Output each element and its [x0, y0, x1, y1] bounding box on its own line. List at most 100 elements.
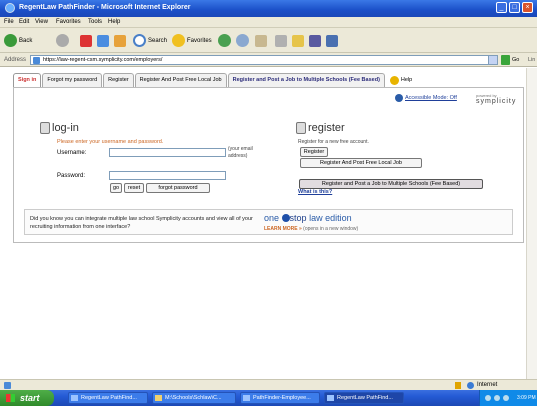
- register-button[interactable]: Register: [300, 147, 328, 157]
- password-label: Password:: [57, 173, 86, 179]
- star-icon: [172, 34, 185, 47]
- edit-icon: [292, 34, 304, 47]
- login-heading: log-in: [40, 122, 79, 134]
- history-button[interactable]: [236, 33, 251, 48]
- back-button[interactable]: Back: [4, 33, 32, 48]
- start-button[interactable]: start: [0, 390, 54, 406]
- mail-button[interactable]: [255, 33, 267, 48]
- register-hint: Register for a new free account.: [298, 139, 369, 145]
- menu-bar: File Edit View Favorites Tools Help: [0, 17, 537, 28]
- tab-help[interactable]: Help: [386, 73, 416, 87]
- menu-file[interactable]: File: [4, 19, 14, 25]
- reset-button[interactable]: reset: [124, 183, 144, 193]
- help-icon: [389, 75, 399, 85]
- tab-register-free-job[interactable]: Register And Post Free Local Job: [134, 73, 227, 87]
- accessible-mode[interactable]: Accessible Mode: Off: [395, 94, 457, 102]
- accessible-mode-link[interactable]: Accessible Mode: Off: [405, 95, 457, 101]
- window-titlebar[interactable]: RegentLaw PathFinder - Microsoft Interne…: [0, 0, 537, 17]
- search-icon: [133, 34, 146, 47]
- forward-button[interactable]: [56, 33, 71, 48]
- address-bar: Address https://law-regent-csm.symplicit…: [0, 53, 537, 67]
- search-button[interactable]: Search: [133, 33, 167, 48]
- discuss-button[interactable]: [309, 33, 321, 48]
- learn-more-link[interactable]: LEARN MORE » (opens in a new window): [264, 226, 358, 232]
- onestop-dot-icon: [281, 214, 290, 222]
- internet-zone-icon: [467, 382, 474, 389]
- refresh-button[interactable]: [97, 33, 109, 48]
- status-page-icon: [4, 382, 11, 389]
- tab-register-fee-based[interactable]: Register and Post a Job to Multiple Scho…: [227, 73, 385, 87]
- system-tray: 3:09 PM: [479, 390, 537, 406]
- what-is-this-link[interactable]: What is this?: [298, 189, 332, 195]
- messenger-icon: [326, 34, 338, 47]
- taskbar-item-regentlaw-1[interactable]: RegentLaw PathFind...: [68, 392, 148, 404]
- favorites-button[interactable]: Favorites: [172, 33, 212, 48]
- tab-help-label: Help: [400, 76, 413, 83]
- tab-register[interactable]: Register: [103, 73, 134, 87]
- edit-button[interactable]: [292, 33, 304, 48]
- menu-edit[interactable]: Edit: [19, 19, 29, 25]
- taskbar-item-folder[interactable]: M:\Schools\Schlaw\C...: [152, 392, 236, 404]
- stop-icon: [80, 34, 92, 47]
- tray-icon[interactable]: [503, 395, 509, 401]
- address-dropdown-icon[interactable]: [488, 56, 497, 64]
- tab-sign-in[interactable]: Sign in: [13, 73, 42, 87]
- stop-button[interactable]: [80, 33, 92, 48]
- tray-icon[interactable]: [494, 395, 500, 401]
- media-icon: [218, 34, 231, 47]
- back-arrow-icon: [4, 34, 17, 47]
- history-icon: [236, 34, 249, 47]
- register-heading: register: [296, 122, 345, 134]
- register-lock-icon: [296, 122, 306, 134]
- ie-task-icon: [327, 395, 334, 401]
- minimize-button[interactable]: _: [496, 2, 507, 13]
- register-free-job-button[interactable]: Register And Post Free Local Job: [300, 158, 422, 168]
- window-title: RegentLaw PathFinder - Microsoft Interne…: [19, 4, 191, 11]
- taskbar-item-pathfinder[interactable]: PathFinder-Employee...: [240, 392, 320, 404]
- forward-arrow-icon: [56, 34, 69, 47]
- accessibility-icon: [395, 94, 403, 102]
- menu-help[interactable]: Help: [108, 19, 120, 25]
- taskbar: start RegentLaw PathFind... M:\Schools\S…: [0, 390, 537, 406]
- username-input[interactable]: [109, 148, 226, 157]
- password-input[interactable]: [109, 171, 226, 180]
- menu-favorites[interactable]: Favorites: [56, 19, 81, 25]
- links-label[interactable]: Lin: [528, 57, 535, 63]
- print-button[interactable]: [275, 33, 287, 48]
- windows-flag-icon: [6, 394, 15, 402]
- media-button[interactable]: [218, 33, 233, 48]
- tray-icon[interactable]: [485, 395, 491, 401]
- taskbar-item-regentlaw-2[interactable]: RegentLaw PathFind...: [324, 392, 404, 404]
- vertical-scrollbar[interactable]: [526, 68, 537, 379]
- close-button[interactable]: ×: [522, 2, 533, 13]
- address-url: https://law-regent-csm.symplicity.com/em…: [43, 57, 163, 63]
- mail-icon: [255, 34, 267, 47]
- tab-forgot-password[interactable]: Forgot my password: [42, 73, 103, 87]
- main-panel: Accessible Mode: Off powered by symplici…: [13, 87, 524, 243]
- print-icon: [275, 34, 287, 47]
- toolbar: Back Search Favorites: [0, 28, 537, 53]
- home-button[interactable]: [114, 33, 126, 48]
- status-bar: Internet: [0, 379, 537, 390]
- menu-tools[interactable]: Tools: [88, 19, 102, 25]
- symplicity-logo: symplicity: [476, 98, 517, 105]
- messenger-button[interactable]: [326, 33, 338, 48]
- forgot-password-button[interactable]: forgot password: [146, 183, 210, 193]
- maximize-button[interactable]: □: [509, 2, 520, 13]
- secure-lock-icon: [455, 382, 461, 389]
- login-hint: Please enter your username and password.: [57, 139, 164, 145]
- go-arrow-icon[interactable]: [501, 55, 510, 65]
- onestop-promo: Did you know you can integrate multiple …: [24, 209, 513, 235]
- discuss-icon: [309, 34, 321, 47]
- go-button[interactable]: Go: [512, 57, 519, 63]
- username-note: (your email address): [228, 146, 253, 159]
- lock-icon: [40, 122, 50, 134]
- go-login-button[interactable]: go: [110, 183, 122, 193]
- folder-icon: [155, 395, 162, 401]
- menu-view[interactable]: View: [35, 19, 48, 25]
- address-input[interactable]: https://law-regent-csm.symplicity.com/em…: [30, 55, 498, 65]
- page-icon: [33, 57, 40, 64]
- username-label: Username:: [57, 150, 87, 156]
- register-fee-based-button[interactable]: Register and Post a Job to Multiple Scho…: [299, 179, 483, 189]
- onestop-logo: one stop law edition: [264, 213, 352, 223]
